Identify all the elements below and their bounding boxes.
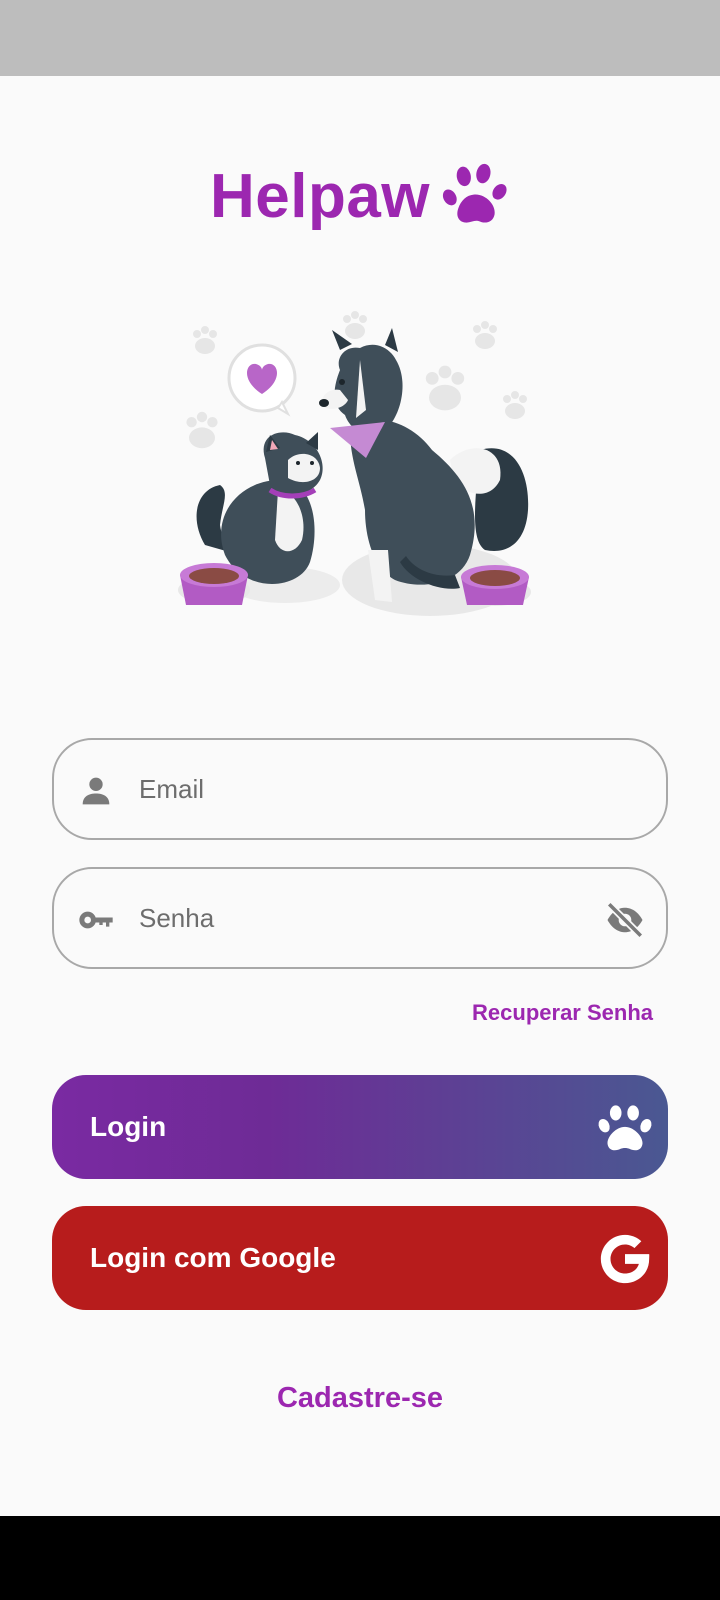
login-button-label: Login	[90, 1111, 167, 1142]
recover-password-link[interactable]: Recuperar Senha	[472, 1000, 653, 1026]
key-icon	[79, 911, 113, 929]
app-name: Helpaw	[209, 161, 431, 231]
password-input[interactable]: Senha	[139, 903, 214, 934]
google-login-button[interactable]: Login com Google	[52, 1206, 668, 1310]
password-field[interactable]: Senha	[52, 867, 668, 969]
pets-illustration	[178, 311, 531, 616]
app-logo: Helpaw	[0, 158, 720, 234]
email-input[interactable]: Email	[139, 774, 204, 805]
google-icon	[600, 1234, 650, 1284]
person-icon	[82, 777, 110, 805]
eye-off-icon[interactable]	[604, 899, 646, 941]
email-field[interactable]: Email	[52, 738, 668, 840]
navigation-bar	[0, 1516, 720, 1600]
login-button[interactable]: Login	[52, 1075, 668, 1179]
google-login-button-label: Login com Google	[90, 1242, 336, 1273]
paw-icon	[442, 163, 507, 223]
paw-icon	[598, 1105, 652, 1151]
status-bar	[0, 0, 720, 76]
signup-link[interactable]: Cadastre-se	[0, 1382, 720, 1415]
